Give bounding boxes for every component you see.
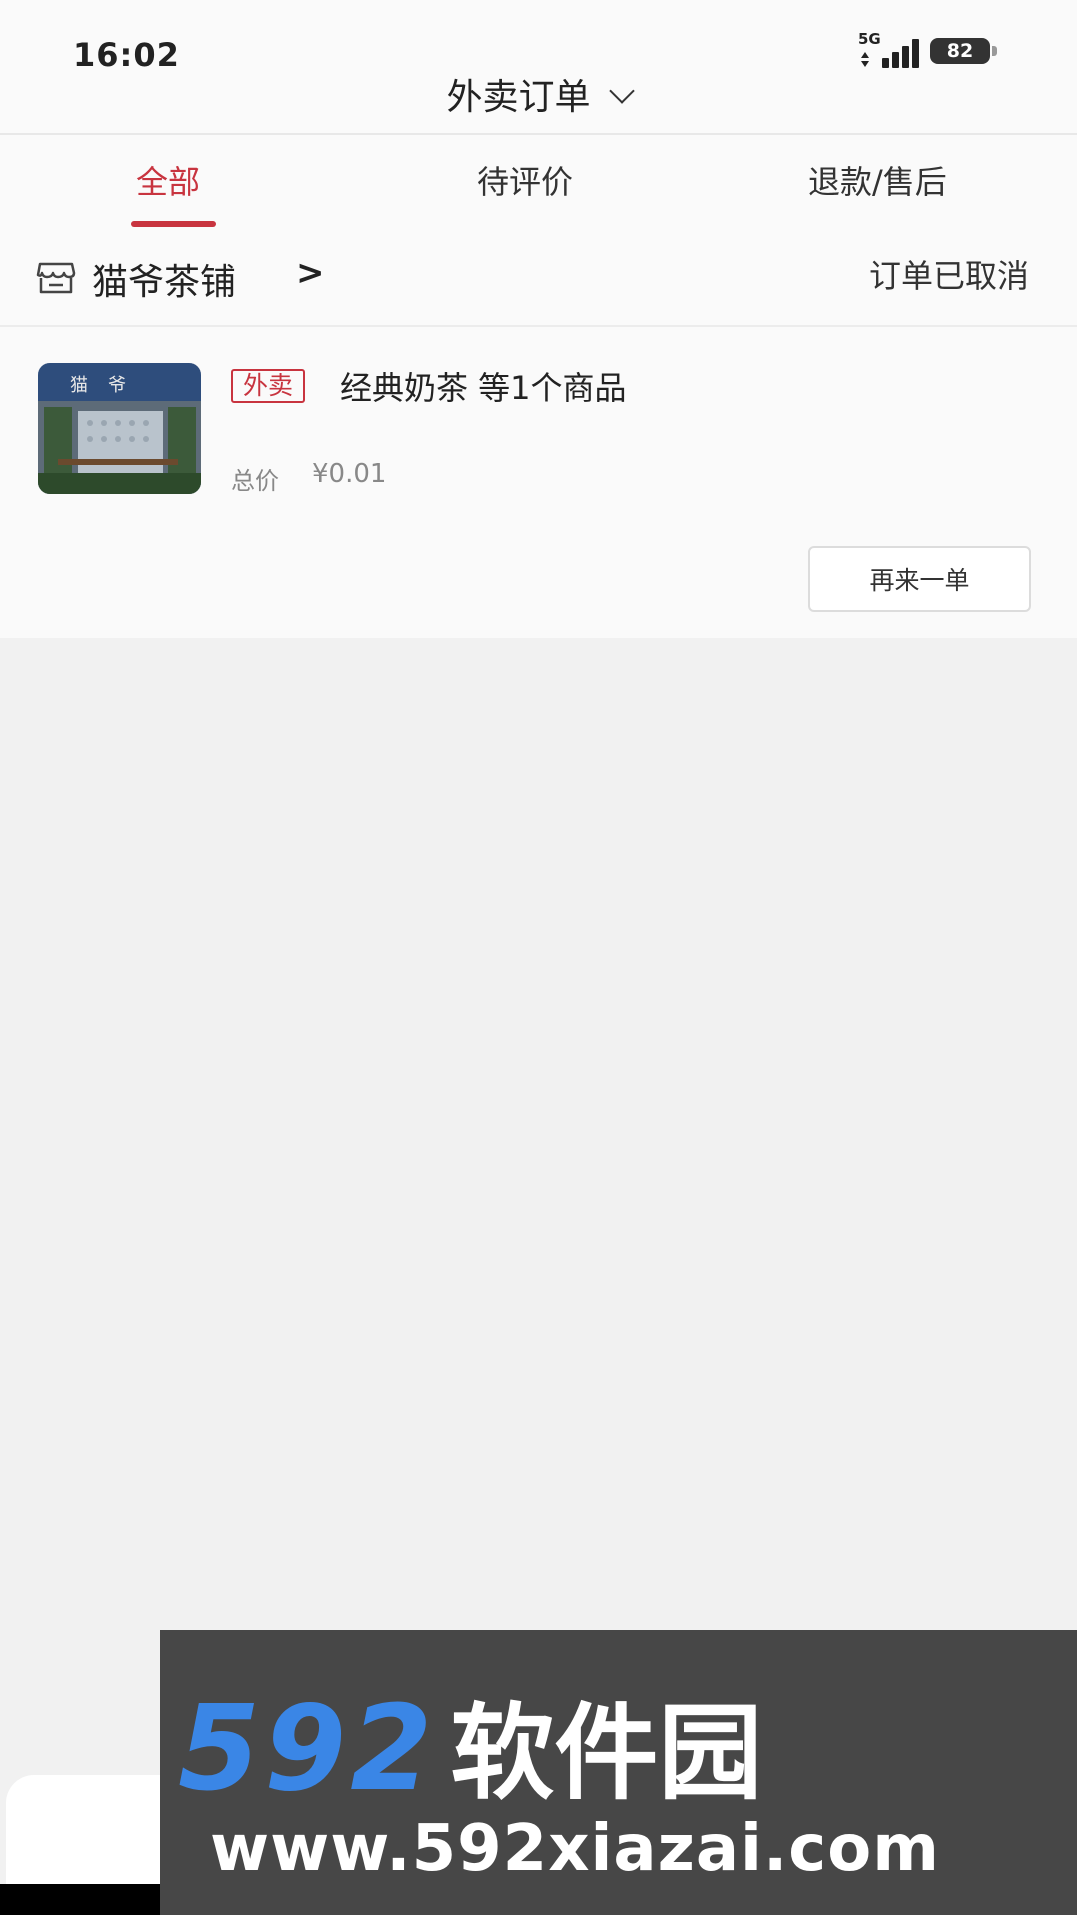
signal-bars-icon	[872, 38, 919, 68]
order-tabs: 全部 待评价 退款/售后	[0, 135, 1077, 229]
delivery-tag: 外卖	[231, 369, 306, 403]
order-card[interactable]: 猫爷茶铺 > 订单已取消 猫 爷 外卖 经典奶茶 等1个商品 总价 ¥0.01 …	[0, 229, 1077, 638]
tab-all[interactable]: 全部	[136, 157, 200, 203]
store-icon	[36, 262, 76, 294]
watermark-number: 592	[178, 1679, 437, 1817]
watermark-logo: 592 软件园	[178, 1668, 762, 1817]
total-label: 总价	[231, 467, 279, 495]
tab-refund-after-sales[interactable]: 退款/售后	[808, 157, 947, 203]
tab-pending-review[interactable]: 待评价	[477, 157, 573, 203]
svg-text:爷: 爷	[108, 375, 126, 396]
item-title: 经典奶茶 等1个商品	[340, 369, 627, 407]
bottom-bar	[0, 1884, 160, 1915]
shop-row[interactable]: 猫爷茶铺 > 订单已取消	[0, 229, 1077, 327]
page-title: 外卖订单	[446, 77, 591, 118]
reorder-button[interactable]: 再来一单	[808, 546, 1031, 612]
data-arrows-icon	[860, 52, 870, 68]
total-value: ¥0.01	[312, 459, 387, 489]
page: 16:02 5G 82 外卖订单 全部 待评价 退款/售后 猫爷茶铺 > 订单已…	[0, 0, 1077, 1915]
shop-thumbnail: 猫 爷	[38, 363, 201, 494]
order-type-selector[interactable]: 外卖订单	[0, 68, 1077, 118]
watermark-brand: 软件园	[450, 1692, 763, 1814]
active-tab-indicator	[131, 221, 216, 227]
battery-icon: 82	[930, 38, 997, 64]
chevron-down-icon	[608, 78, 635, 104]
watermark: 592 软件园 www.592xiazai.com	[160, 1630, 1077, 1915]
chevron-right-icon: >	[296, 253, 325, 293]
shop-name: 猫爷茶铺	[92, 262, 237, 303]
top-bar: 16:02 5G 82 外卖订单	[0, 0, 1077, 135]
cellular-signal-icon: 5G	[858, 30, 919, 70]
order-status: 订单已取消	[868, 257, 1029, 295]
svg-text:猫: 猫	[70, 375, 88, 396]
watermark-url: www.592xiazai.com	[210, 1812, 940, 1886]
